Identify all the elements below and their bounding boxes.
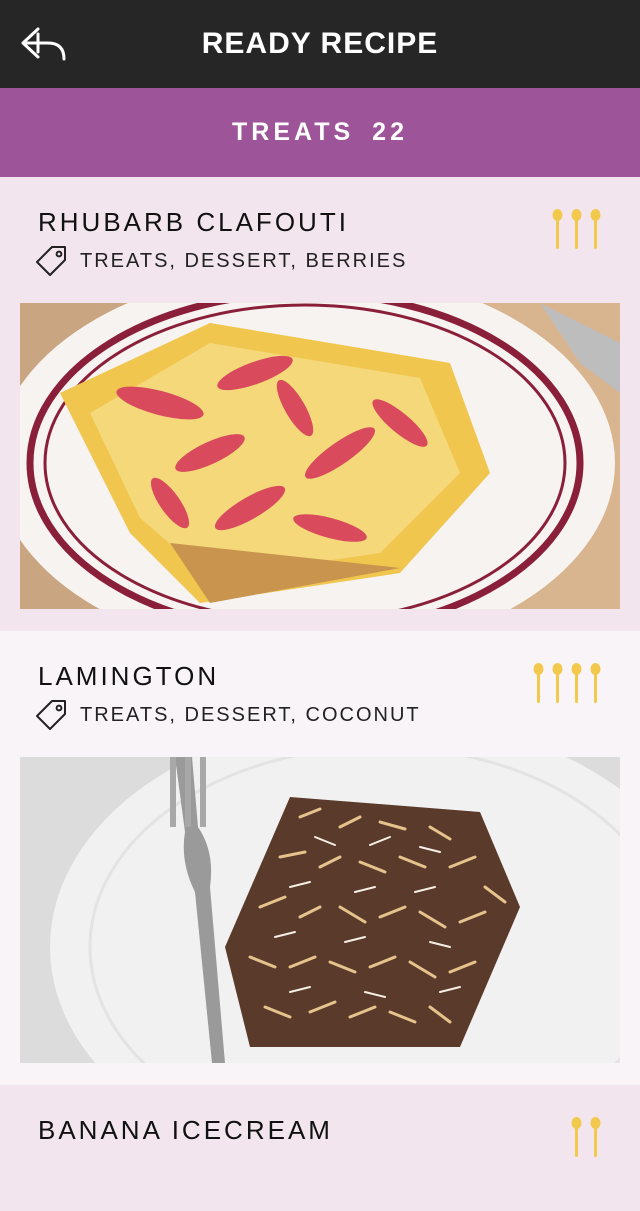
recipe-tags: TREATS, DESSERT, COCONUT — [80, 703, 421, 726]
difficulty-rating — [532, 663, 602, 703]
recipe-header: BANANA ICECREAM — [0, 1085, 640, 1211]
tag-icon — [36, 700, 66, 730]
recipe-card-banana-icecream[interactable]: BANANA ICECREAM — [0, 1085, 640, 1211]
spoon-icon — [571, 663, 582, 703]
spoon-icon — [590, 209, 601, 249]
recipe-header: RHUBARB CLAFOUTI TREATS, DESSERT, BERRIE… — [0, 177, 640, 303]
category-count: 22 — [372, 118, 408, 146]
category-name: TREATS — [232, 118, 355, 146]
category-bar: TREATS 22 — [0, 88, 640, 177]
top-bar: READY RECIPE — [0, 0, 640, 88]
app-title: READY RECIPE — [201, 27, 439, 60]
spoon-icon — [590, 663, 601, 703]
tag-icon — [36, 246, 66, 276]
recipe-name: BANANA ICECREAM — [38, 1115, 333, 1145]
recipe-name: RHUBARB CLAFOUTI — [38, 207, 349, 237]
spoon-icon — [533, 663, 544, 703]
recipe-list: RHUBARB CLAFOUTI TREATS, DESSERT, BERRIE… — [0, 177, 640, 1211]
spoon-icon — [571, 209, 582, 249]
recipe-card-lamington[interactable]: LAMINGTON TREATS, DESSERT, COCONUT — [0, 631, 640, 1085]
recipe-tags-row: TREATS, DESSERT, COCONUT — [34, 699, 421, 731]
spoon-icon — [552, 209, 563, 249]
recipe-name: LAMINGTON — [38, 661, 220, 691]
spoon-icon — [552, 663, 563, 703]
difficulty-rating — [570, 1117, 602, 1157]
recipe-tags: TREATS, DESSERT, BERRIES — [80, 249, 408, 272]
difficulty-rating — [551, 209, 602, 249]
recipe-photo[interactable] — [20, 757, 620, 1063]
recipe-photo[interactable] — [20, 303, 620, 609]
spoon-icon — [590, 1117, 601, 1157]
recipe-tags-row: TREATS, DESSERT, BERRIES — [34, 245, 407, 277]
recipe-header: LAMINGTON TREATS, DESSERT, COCONUT — [0, 631, 640, 757]
recipe-card-rhubarb-clafouti[interactable]: RHUBARB CLAFOUTI TREATS, DESSERT, BERRIE… — [0, 177, 640, 631]
spoon-icon — [571, 1117, 582, 1157]
